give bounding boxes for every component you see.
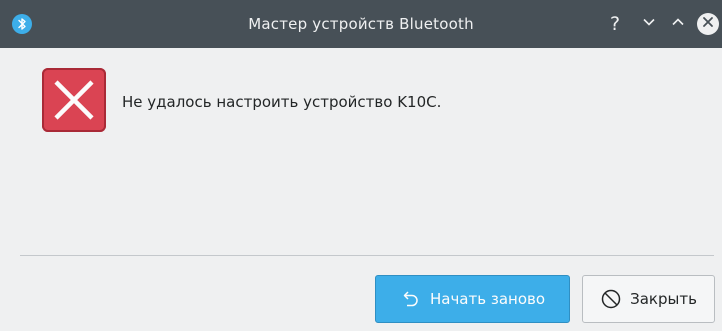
error-message: Не удалось настроить устройство K10C. — [122, 93, 442, 111]
minimize-button[interactable] — [639, 14, 659, 34]
title-bar[interactable]: Мастер устройств Bluetooth ? — [0, 0, 722, 48]
close-window-button[interactable] — [697, 13, 719, 35]
restart-button-label: Начать заново — [429, 290, 546, 308]
dialog-content: Не удалось настроить устройство K10C. На… — [0, 48, 722, 331]
close-button[interactable]: Закрыть — [582, 275, 715, 323]
chevron-up-icon — [670, 14, 686, 34]
close-icon — [697, 11, 719, 37]
error-icon — [42, 68, 106, 132]
help-button[interactable]: ? — [605, 14, 625, 34]
bluetooth-wizard-window: Мастер устройств Bluetooth ? Не удалось … — [0, 0, 722, 331]
restart-button[interactable]: Начать заново — [375, 275, 570, 323]
chevron-down-icon — [641, 14, 657, 34]
cancel-icon — [600, 288, 622, 310]
undo-icon — [400, 288, 422, 310]
close-button-label: Закрыть — [630, 290, 697, 308]
separator — [20, 255, 714, 256]
maximize-button[interactable] — [668, 14, 688, 34]
